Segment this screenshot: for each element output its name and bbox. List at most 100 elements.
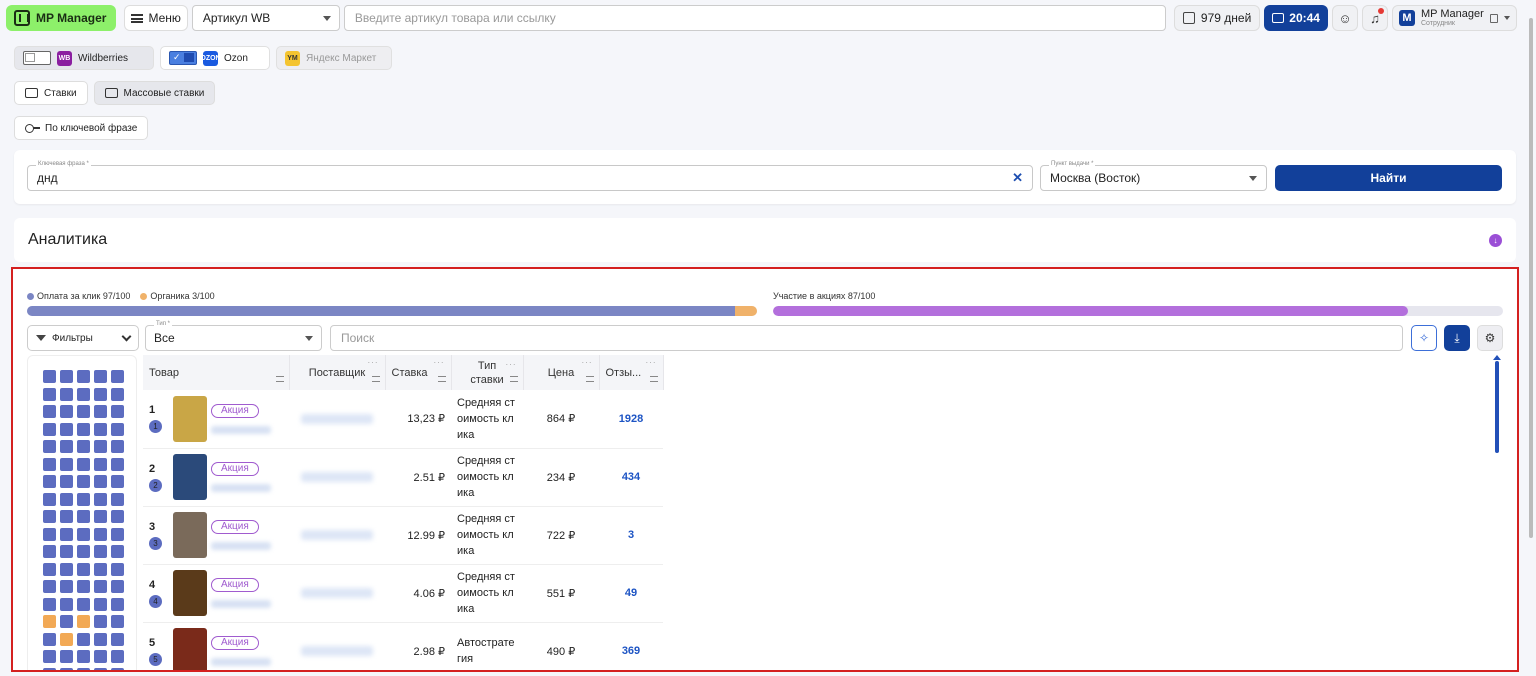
paid-position-cell[interactable]	[111, 370, 124, 383]
product-name[interactable]	[211, 600, 271, 608]
col-bid[interactable]: Ставка ···	[385, 355, 452, 390]
paid-position-cell[interactable]	[94, 597, 107, 611]
marketplace-ozon[interactable]: ✓ OZON Ozon	[160, 46, 270, 70]
paid-position-cell[interactable]	[77, 405, 90, 418]
reviews-link[interactable]: 49	[599, 564, 663, 623]
filters-button[interactable]: Фильтры	[27, 325, 139, 351]
paid-position-cell[interactable]	[43, 667, 56, 670]
paid-position-cell[interactable]	[60, 457, 73, 471]
clear-icon[interactable]: ✕	[1012, 170, 1023, 186]
paid-position-cell[interactable]	[94, 527, 107, 541]
paid-position-cell[interactable]	[77, 632, 90, 646]
supplier-name[interactable]	[301, 588, 373, 598]
product-thumbnail[interactable]	[173, 454, 207, 500]
paid-position-cell[interactable]	[60, 440, 73, 453]
timer-button[interactable]: 20:44	[1264, 5, 1328, 31]
paid-position-cell[interactable]	[77, 667, 90, 670]
paid-position-cell[interactable]	[77, 545, 90, 558]
paid-position-cell[interactable]	[111, 580, 124, 593]
paid-position-cell[interactable]	[94, 422, 107, 436]
paid-position-cell[interactable]	[94, 632, 107, 646]
paid-position-cell[interactable]	[60, 580, 73, 593]
paid-position-cell[interactable]	[111, 510, 124, 523]
pickup-point-select[interactable]: Пункт выдачи * Москва (Восток)	[1040, 161, 1267, 191]
col-bid-type[interactable]: Тип ставки ···	[451, 355, 524, 390]
scroll-up-icon[interactable]	[1493, 355, 1501, 360]
settings-button[interactable]: ⚙	[1477, 325, 1503, 351]
marketplace-wildberries[interactable]: WB Wildberries	[14, 46, 154, 70]
paid-position-cell[interactable]	[43, 632, 56, 646]
paid-position-cell[interactable]	[77, 650, 90, 663]
paid-position-cell[interactable]	[94, 405, 107, 418]
paid-position-cell[interactable]	[77, 527, 90, 541]
paid-position-cell[interactable]	[77, 440, 90, 453]
paid-position-cell[interactable]	[111, 457, 124, 471]
account-button[interactable]: M MP Manager Сотрудник	[1391, 5, 1517, 31]
table-row[interactable]: 3 3 Акция 12.99 ₽ Средняя стоимость клика 722…	[143, 506, 663, 565]
paid-position-cell[interactable]	[94, 545, 107, 558]
paid-position-cell[interactable]	[111, 422, 124, 436]
table-row[interactable]: 1 1 Акция 13,23 ₽ Средняя стоимость клика 864…	[143, 390, 663, 449]
col-price[interactable]: Цена ···	[523, 355, 600, 390]
table-row[interactable]: 2 2 Акция 2.51 ₽ Средняя стоимость клика 234 …	[143, 448, 663, 507]
paid-position-cell[interactable]	[77, 475, 90, 488]
paid-position-cell[interactable]	[111, 545, 124, 558]
paid-position-cell[interactable]	[43, 457, 56, 471]
supplier-name[interactable]	[301, 413, 373, 424]
paid-position-cell[interactable]	[111, 632, 124, 646]
paid-position-cell[interactable]	[111, 527, 124, 541]
paid-position-cell[interactable]	[43, 422, 56, 436]
organic-position-cell[interactable]	[77, 615, 90, 628]
paid-position-cell[interactable]	[43, 580, 56, 593]
product-name[interactable]	[211, 542, 271, 550]
tab-mass-bids[interactable]: Массовые ставки	[93, 81, 216, 105]
table-row[interactable]: 5 5 Акция 2.98 ₽ Автостратегия 490 ₽369	[143, 622, 663, 670]
bid-type-select[interactable]: Тип * Все	[145, 321, 322, 351]
paid-position-cell[interactable]	[43, 562, 56, 576]
paid-position-cell[interactable]	[111, 405, 124, 418]
paid-position-cell[interactable]	[60, 650, 73, 663]
tab-bids[interactable]: Ставки	[14, 81, 88, 105]
paid-position-cell[interactable]	[111, 387, 124, 401]
paid-position-cell[interactable]	[60, 615, 73, 628]
col-reviews[interactable]: Отзы... ···	[599, 355, 664, 390]
supplier-name[interactable]	[301, 646, 373, 656]
paid-position-cell[interactable]	[43, 370, 56, 383]
paid-position-cell[interactable]	[43, 387, 56, 401]
organic-position-cell[interactable]	[43, 615, 56, 628]
reviews-link[interactable]: 1928	[599, 390, 663, 449]
paid-position-cell[interactable]	[94, 667, 107, 670]
paid-position-cell[interactable]	[60, 422, 73, 436]
paid-position-cell[interactable]	[94, 580, 107, 593]
paid-position-cell[interactable]	[60, 405, 73, 418]
paid-position-cell[interactable]	[77, 387, 90, 401]
paid-position-cell[interactable]	[60, 545, 73, 558]
ai-sparkle-button[interactable]: ✧	[1411, 325, 1437, 351]
paid-position-cell[interactable]	[77, 510, 90, 523]
paid-position-cell[interactable]	[94, 457, 107, 471]
product-thumbnail[interactable]	[173, 628, 207, 670]
col-product[interactable]: Товар	[143, 355, 290, 390]
paid-position-cell[interactable]	[77, 580, 90, 593]
paid-position-cell[interactable]	[60, 667, 73, 670]
supplier-name[interactable]	[301, 472, 373, 482]
product-thumbnail[interactable]	[173, 570, 207, 616]
paid-position-cell[interactable]	[111, 440, 124, 453]
paid-position-cell[interactable]	[94, 562, 107, 576]
paid-position-cell[interactable]	[60, 597, 73, 611]
tab-by-keyword[interactable]: По ключевой фразе	[14, 116, 149, 140]
paid-position-cell[interactable]	[111, 492, 124, 506]
copy-icon[interactable]	[1489, 13, 1498, 23]
product-name[interactable]	[211, 484, 271, 492]
paid-position-cell[interactable]	[60, 492, 73, 506]
paid-position-cell[interactable]	[111, 597, 124, 611]
paid-position-cell[interactable]	[43, 475, 56, 488]
product-thumbnail[interactable]	[173, 395, 207, 442]
paid-position-cell[interactable]	[43, 440, 56, 453]
analytics-header[interactable]: Аналитика ↓	[14, 218, 1516, 262]
marketplace-yandex[interactable]: YM Яндекс Маркет	[276, 46, 392, 70]
product-thumbnail[interactable]	[173, 512, 207, 558]
paid-position-cell[interactable]	[60, 475, 73, 488]
reviews-link[interactable]: 434	[599, 448, 663, 507]
paid-position-cell[interactable]	[43, 492, 56, 506]
